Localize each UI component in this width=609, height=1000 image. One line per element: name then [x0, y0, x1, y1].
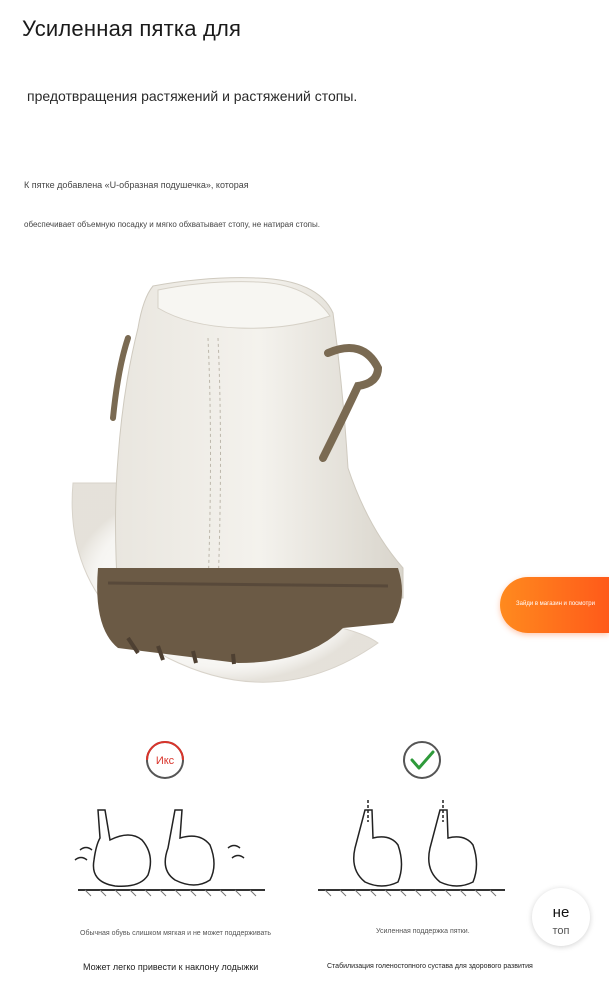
visit-store-button[interactable]: Зайди в магазин и посмотри: [500, 577, 609, 633]
back-to-top-line2: топ: [552, 925, 570, 937]
page-title: Усиленная пятка для: [22, 16, 242, 41]
bad-badge-label: Икс: [156, 755, 175, 767]
description-line-2: обеспечивает объемную посадку и мягко об…: [24, 220, 320, 229]
bad-caption: Обычная обувь слишком мягкая и не может …: [80, 930, 272, 937]
boot-heel-illustration: [71, 277, 404, 683]
bad-main-caption: Может легко привести к наклону лодыжки: [83, 962, 259, 972]
description-line-1: К пятке добавлена «U-образная подушечка»…: [24, 180, 249, 190]
back-to-top-button[interactable]: не топ: [532, 888, 590, 946]
visit-store-label: Зайди в магазин и посмотри: [516, 601, 595, 607]
bad-badge: Икс: [146, 741, 184, 779]
good-main-caption: Стабилизация голеностопного сустава для …: [327, 963, 533, 970]
good-caption: Усиленная поддержка пятки.: [376, 928, 470, 935]
heel-comparison-diagram: Икс: [74, 741, 505, 897]
check-icon: [403, 741, 441, 779]
upright-feet-illustration: [353, 800, 478, 887]
page-subtitle: предотвращения растяжений и растяжений с…: [27, 88, 358, 104]
tilted-feet-illustration: [74, 809, 245, 888]
back-to-top-line1: не: [552, 904, 570, 921]
